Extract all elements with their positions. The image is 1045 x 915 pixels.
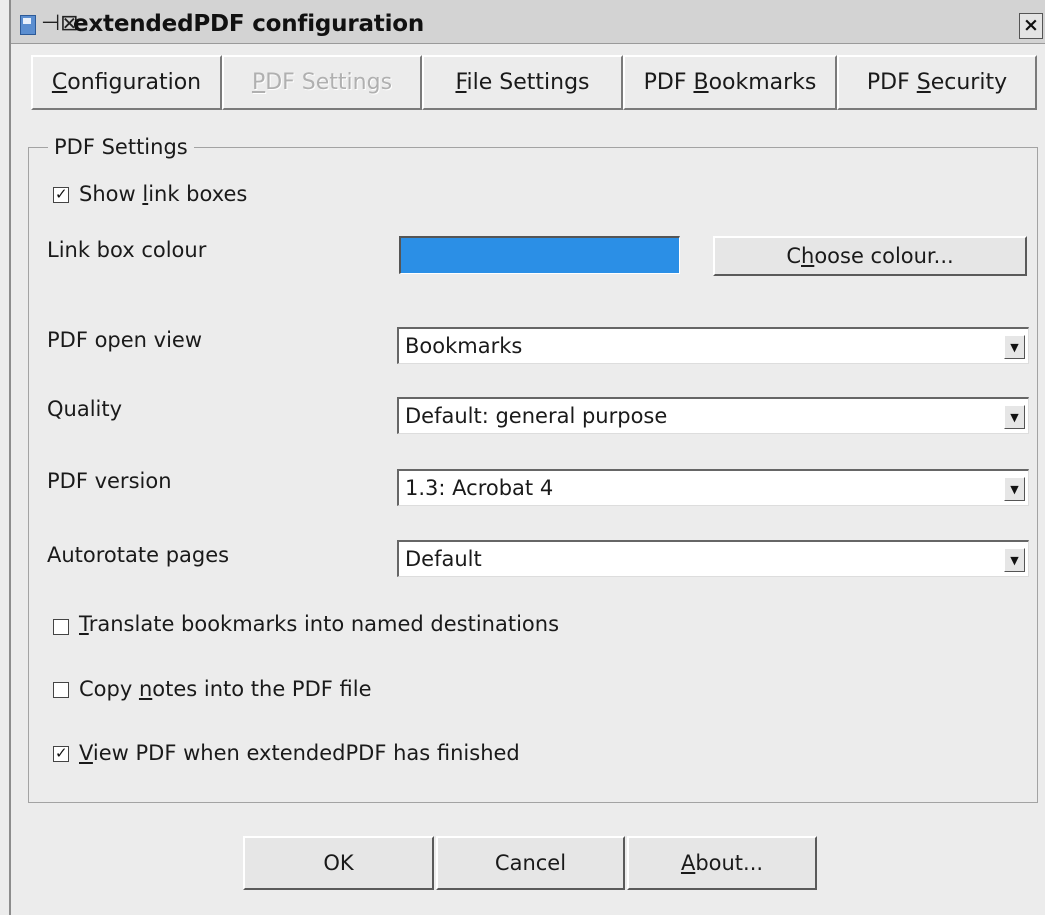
dialog-window: ⊣⊠ extendedPDF configuration × Configura…	[9, 0, 1045, 915]
pdf-version-select[interactable]: 1.3: Acrobat 4 ▼	[397, 469, 1029, 506]
translate-bookmarks-checkbox[interactable]	[53, 619, 69, 635]
cancel-button[interactable]: Cancel	[436, 836, 625, 890]
show-link-boxes-checkbox[interactable]: ✓	[53, 185, 69, 203]
copy-notes-label[interactable]: Copy notes into the PDF file	[79, 676, 372, 702]
check-icon: ✓	[55, 185, 68, 203]
link-box-colour-label: Link box colour	[47, 238, 207, 262]
dropdown-arrow-icon[interactable]: ▼	[1004, 477, 1025, 501]
autorotate-pages-select[interactable]: Default ▼	[397, 540, 1029, 577]
tab-pdf-settings[interactable]: PDF Settings	[222, 55, 422, 110]
link-box-colour-swatch	[399, 236, 680, 274]
pdf-version-label: PDF version	[47, 469, 172, 493]
check-icon: ✓	[55, 744, 68, 762]
pdf-open-view-select[interactable]: Bookmarks ▼	[397, 327, 1029, 364]
select-value: Default	[405, 547, 482, 571]
show-link-boxes-label[interactable]: Show link boxes	[79, 181, 247, 207]
copy-notes-checkbox[interactable]	[53, 682, 69, 698]
view-pdf-label[interactable]: View PDF when extendedPDF has finished	[79, 740, 520, 766]
dropdown-arrow-icon[interactable]: ▼	[1004, 335, 1025, 359]
window-title: extendedPDF configuration	[73, 11, 425, 37]
tab-pdf-bookmarks[interactable]: PDF Bookmarks	[623, 55, 837, 110]
quality-label: Quality	[47, 397, 123, 421]
group-title: PDF Settings	[48, 133, 194, 161]
quality-select[interactable]: Default: general purpose ▼	[397, 397, 1029, 434]
dropdown-arrow-icon[interactable]: ▼	[1004, 405, 1025, 429]
title-bar[interactable]: ⊣⊠ extendedPDF configuration ×	[11, 0, 1045, 44]
close-button[interactable]: ×	[1019, 13, 1043, 39]
tab-mnemonic: F	[455, 70, 467, 95]
translate-bookmarks-label[interactable]: Translate bookmarks into named destinati…	[79, 611, 559, 637]
tab-mnemonic: S	[916, 70, 931, 95]
autorotate-pages-label: Autorotate pages	[47, 543, 230, 567]
view-pdf-checkbox[interactable]: ✓	[53, 744, 69, 762]
pdf-open-view-label: PDF open view	[47, 328, 203, 352]
dropdown-arrow-icon[interactable]: ▼	[1004, 548, 1025, 572]
ok-button[interactable]: OK	[243, 836, 434, 890]
about-button[interactable]: About...	[627, 836, 817, 890]
select-value: Bookmarks	[405, 334, 523, 358]
tab-configuration[interactable]: Configuration	[31, 55, 222, 110]
tab-mnemonic: C	[51, 70, 68, 95]
app-icon[interactable]	[20, 15, 36, 35]
tab-pdf-security[interactable]: PDF Security	[837, 55, 1037, 110]
choose-colour-button[interactable]: Choose colour...	[713, 236, 1027, 276]
tab-file-settings[interactable]: File Settings	[422, 55, 623, 110]
tab-mnemonic: P	[251, 70, 266, 95]
select-value: Default: general purpose	[405, 404, 668, 428]
select-value: 1.3: Acrobat 4	[405, 476, 554, 500]
tab-mnemonic: B	[693, 70, 709, 95]
close-icon: ×	[1023, 14, 1039, 36]
